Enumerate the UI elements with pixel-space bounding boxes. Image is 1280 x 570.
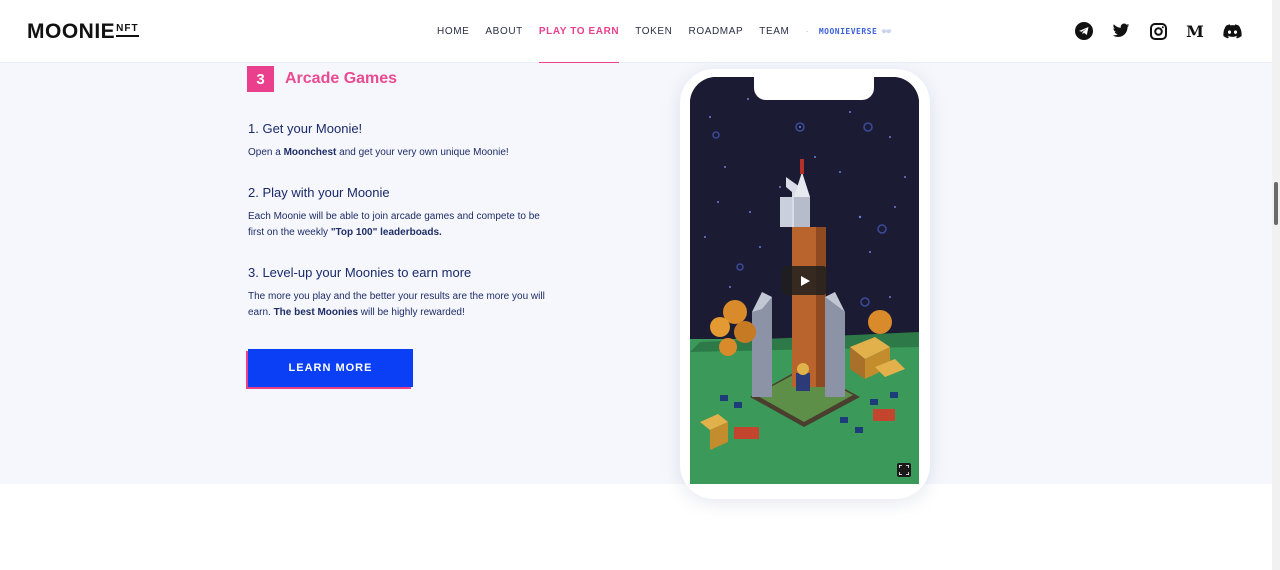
step-text-part: and get your very own unique Moonie!	[336, 147, 509, 158]
game-video[interactable]	[690, 77, 919, 484]
step-text-bold: Moonchest	[283, 147, 337, 158]
nav-mooniverse-glyph: 🕶	[881, 27, 892, 36]
social-links: M	[1057, 21, 1242, 41]
telegram-icon[interactable]	[1074, 21, 1094, 41]
page-scrollbar[interactable]	[1272, 0, 1280, 570]
phone-mockup	[680, 69, 930, 499]
step-text-part: will be highly rewarded!	[358, 307, 465, 318]
phone-notch	[754, 77, 874, 100]
step-text-part: Open a	[248, 147, 284, 158]
nav-team[interactable]: TEAM	[759, 0, 789, 63]
step-text: The more you play and the better your re…	[248, 289, 558, 321]
step-2: 2. Play with your Moonie Each Moonie wil…	[248, 185, 568, 241]
logo-sub-text: NFT	[116, 23, 139, 37]
section-number-badge: 3	[247, 66, 274, 92]
main-nav: HOME ABOUT PLAY TO EARN TOKEN ROADMAP TE…	[437, 0, 908, 64]
step-text: Each Moonie will be able to join arcade …	[248, 209, 558, 241]
nav-token[interactable]: TOKEN	[635, 0, 672, 63]
nav-mooniverse[interactable]: MOONIEVERSE 🕶	[819, 0, 892, 63]
step-title: 2. Play with your Moonie	[248, 185, 390, 200]
step-title: 1. Get your Moonie!	[248, 121, 363, 136]
nav-home[interactable]: HOME	[437, 0, 469, 63]
step-title: 3. Level-up your Moonies to earn more	[248, 265, 472, 280]
step-text-bold: "Top 100" leaderboads.	[330, 227, 442, 238]
step-text: Open a Moonchest and get your very own u…	[248, 145, 568, 161]
play-icon[interactable]	[782, 266, 827, 295]
step-text-bold: The best Moonies	[273, 307, 359, 318]
logo-main-text: MOONIE	[27, 20, 116, 43]
section-title: Arcade Games	[285, 70, 398, 87]
discord-icon[interactable]	[1222, 21, 1242, 41]
moonie-logo[interactable]: MOONIE NFT	[27, 20, 139, 44]
section-heading: 3 Arcade Games	[247, 66, 397, 92]
twitter-icon[interactable]	[1111, 21, 1131, 41]
nav-play-to-earn[interactable]: PLAY TO EARN	[538, 0, 620, 64]
svg-text:M: M	[1186, 23, 1204, 39]
play-to-earn-section: 3 Arcade Games 1. Get your Moonie! Open …	[0, 63, 1280, 499]
site-header: MOONIE NFT HOME ABOUT PLAY TO EARN TOKEN…	[0, 0, 1280, 64]
medium-icon[interactable]: M	[1185, 21, 1205, 41]
step-1: 1. Get your Moonie! Open a Moonchest and…	[248, 121, 568, 161]
learn-more-button[interactable]: LEARN MORE	[248, 349, 413, 387]
scrollbar-thumb[interactable]	[1274, 182, 1278, 225]
nav-mooniverse-label: MOONIEVERSE	[818, 27, 878, 36]
nav-roadmap[interactable]: ROADMAP	[689, 0, 744, 63]
instagram-icon[interactable]	[1148, 21, 1168, 41]
step-3: 3. Level-up your Moonies to earn more Th…	[248, 265, 568, 321]
fullscreen-icon[interactable]	[897, 463, 911, 477]
nav-about[interactable]: ABOUT	[485, 0, 522, 63]
nav-separator: ·	[805, 26, 809, 37]
